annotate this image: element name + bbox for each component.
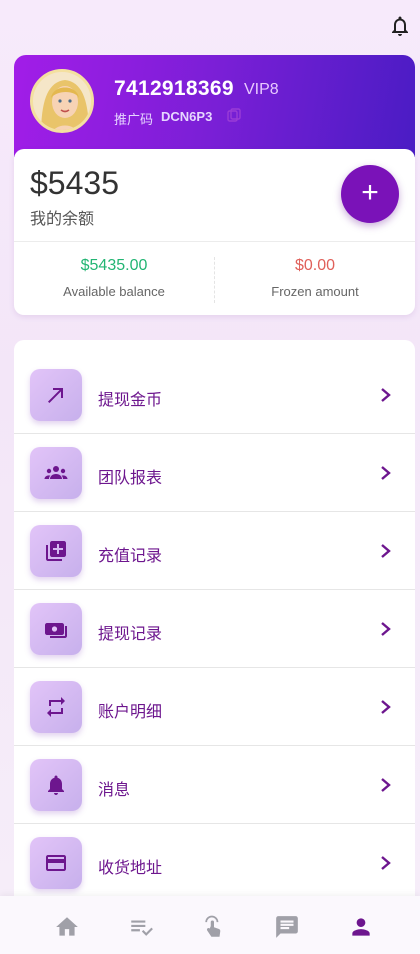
chevron-right-icon <box>381 622 391 636</box>
add-funds-button[interactable]: + <box>341 165 399 223</box>
menu-item-team-report[interactable]: 团队报表 <box>14 434 415 512</box>
frozen-amount: $0.00 Frozen amount <box>215 257 415 299</box>
referral-code: DCN6P3 <box>161 109 213 124</box>
menu-item-messages[interactable]: 消息 <box>14 746 415 824</box>
menu-label: 收货地址 <box>98 860 163 877</box>
menu-icon-box <box>30 681 82 733</box>
chevron-right-icon <box>381 388 391 402</box>
credit-card-icon <box>46 855 66 871</box>
divider <box>14 241 415 242</box>
menu-icon-box <box>30 837 82 889</box>
menu-item-withdraw-coins[interactable]: 提现金币 <box>14 356 415 434</box>
menu-label: 团队报表 <box>98 470 163 487</box>
menu-icon-box <box>30 369 82 421</box>
nav-chat[interactable] <box>274 914 300 940</box>
chevron-right-icon <box>381 778 391 792</box>
nav-profile[interactable] <box>348 914 374 940</box>
balance-amount: $5435 <box>30 165 119 201</box>
frozen-value: $0.00 <box>294 257 336 274</box>
menu-label: 消息 <box>98 782 131 799</box>
menu-label: 账户明细 <box>98 704 163 721</box>
add-box-icon <box>46 541 66 561</box>
money-icon <box>45 623 67 638</box>
available-value: $5435.00 <box>80 257 148 274</box>
menu-icon-box <box>30 759 82 811</box>
chevron-right-icon <box>381 544 391 558</box>
profile-card: 7412918369 VIP8 推广码 DCN6P3 <box>14 55 415 157</box>
nav-tap[interactable] <box>201 914 227 940</box>
user-id: 7412918369 <box>114 77 234 100</box>
menu-icon-box <box>30 603 82 655</box>
profile-icon <box>352 918 370 936</box>
bell-icon <box>48 775 64 795</box>
menu-label: 提现记录 <box>98 626 163 643</box>
menu-item-withdraw-records[interactable]: 提现记录 <box>14 590 415 668</box>
menu-item-recharge-records[interactable]: 充值记录 <box>14 512 415 590</box>
chevron-right-icon <box>381 700 391 714</box>
chat-icon <box>276 916 298 938</box>
menu-item-account-details[interactable]: 账户明细 <box>14 668 415 746</box>
arrow-up-right-icon <box>48 388 63 403</box>
nav-tasks[interactable] <box>128 914 154 940</box>
top-bar <box>0 0 420 55</box>
menu-item-shipping-address[interactable]: 收货地址 <box>14 824 415 902</box>
available-label: Available balance <box>63 284 165 299</box>
menu-label: 提现金币 <box>98 392 163 409</box>
notification-bell-icon[interactable] <box>388 14 412 38</box>
menu-icon-box <box>30 447 82 499</box>
chevron-right-icon <box>381 856 391 870</box>
avatar-portrait-icon <box>33 72 91 130</box>
nav-home[interactable] <box>54 914 80 940</box>
chevron-right-icon <box>381 466 391 480</box>
group-icon <box>44 466 68 479</box>
tap-icon <box>205 915 221 937</box>
bottom-navigation <box>0 896 420 954</box>
copy-icon[interactable] <box>226 107 242 123</box>
avatar[interactable] <box>30 69 94 133</box>
menu-label: 充值记录 <box>98 548 163 565</box>
balance-label: 我的余额 <box>30 211 95 228</box>
home-icon <box>56 917 78 936</box>
tasks-icon <box>131 920 153 936</box>
available-balance: $5435.00 Available balance <box>14 257 214 299</box>
menu-icon-box <box>30 525 82 577</box>
menu-list: 提现金币 团队报表 充值记录 提现记录 账户明细 消息 收货地址 <box>14 340 415 940</box>
frozen-label: Frozen amount <box>271 284 359 299</box>
referral-label: 推广码 <box>114 112 154 127</box>
balance-card: $5435 我的余额 + $5435.00 Available balance … <box>14 149 415 315</box>
repeat-icon <box>47 697 65 717</box>
vip-level: VIP8 <box>244 81 279 98</box>
